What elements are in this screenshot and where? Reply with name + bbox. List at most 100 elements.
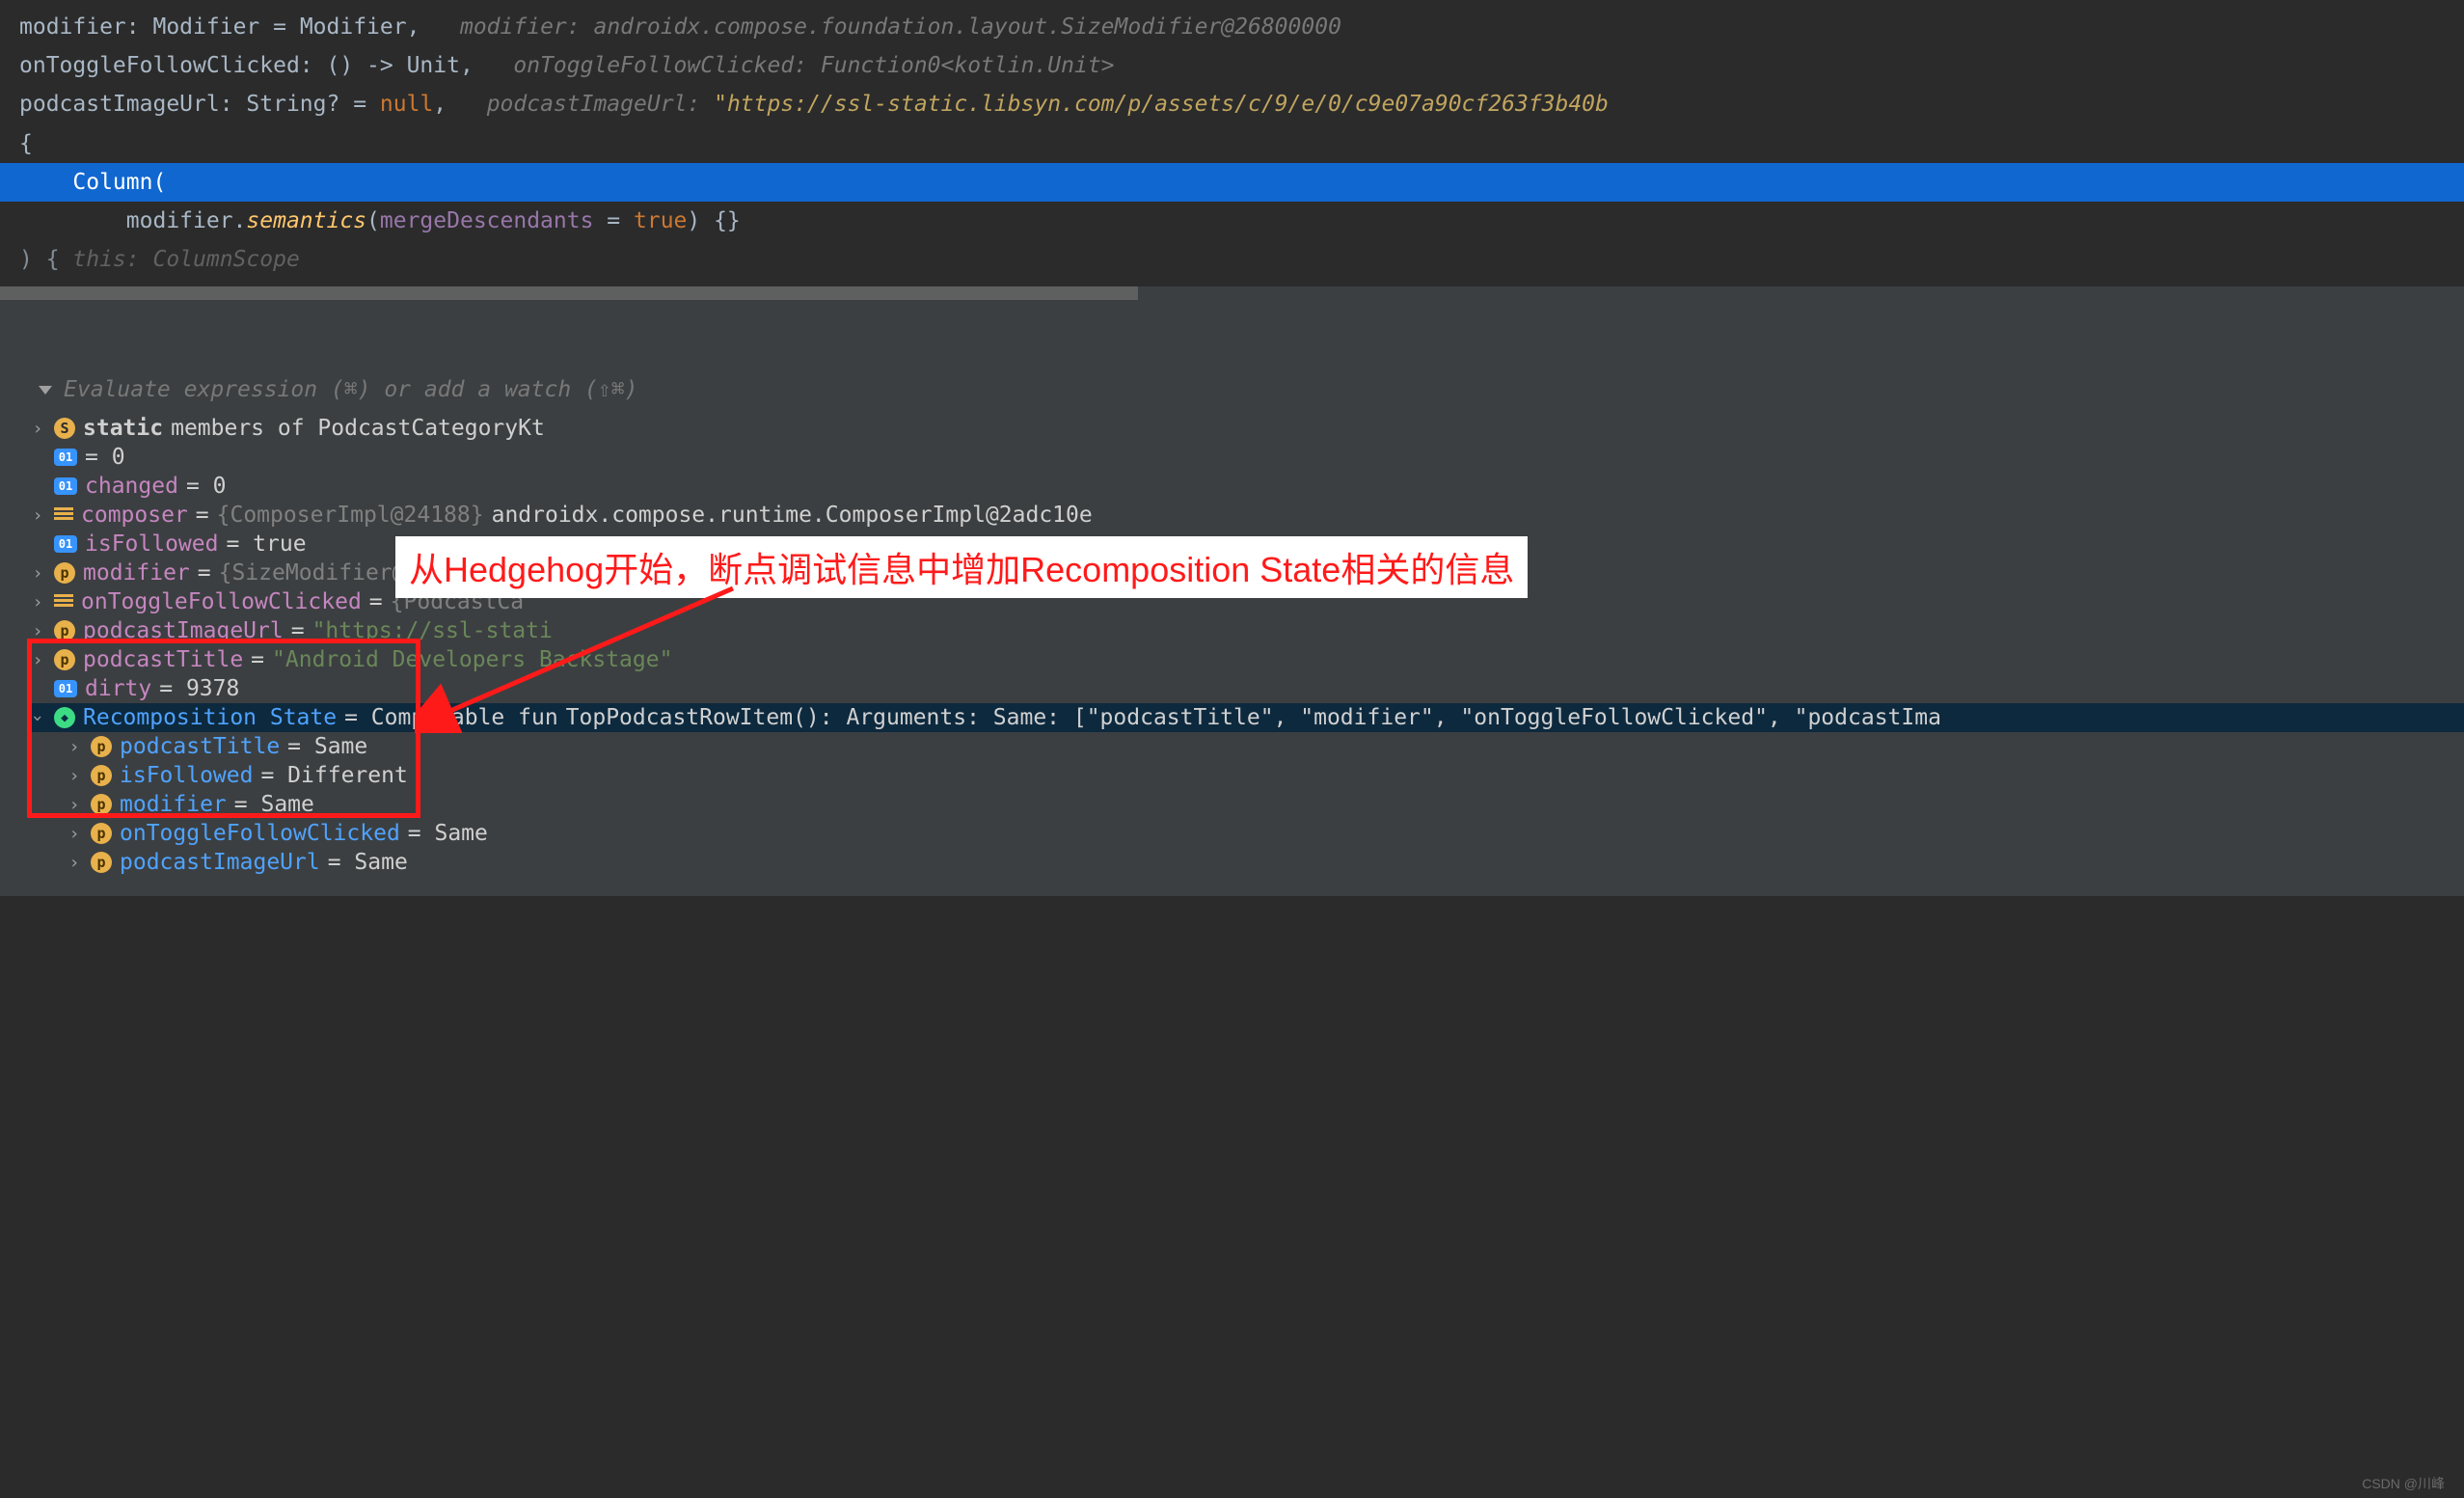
scrollbar-thumb[interactable] bbox=[0, 286, 1138, 300]
paren: ( bbox=[366, 208, 380, 233]
var-value: = 0 bbox=[186, 474, 227, 499]
var-row-composer[interactable]: › composer = {ComposerImpl@24188} androi… bbox=[29, 501, 2464, 530]
property-icon: p bbox=[91, 852, 112, 873]
var-value: members of PodcastCategoryKt bbox=[171, 416, 545, 441]
expand-icon[interactable]: › bbox=[66, 737, 83, 757]
var-name: composer bbox=[81, 503, 188, 528]
var-name: changed bbox=[85, 474, 178, 499]
var-name: onToggleFollowClicked bbox=[120, 821, 400, 846]
code-line: { bbox=[0, 124, 2464, 163]
expand-icon[interactable]: › bbox=[29, 563, 46, 584]
expand-icon[interactable]: › bbox=[66, 795, 83, 815]
var-name: podcastTitle bbox=[83, 647, 243, 672]
var-row-podcastimageurl[interactable]: › p podcastImageUrl = "https://ssl-stati bbox=[29, 616, 2464, 645]
int-icon: 01 bbox=[54, 449, 77, 466]
eq: = bbox=[291, 618, 305, 643]
var-row-recomposition-state[interactable]: › ◆ Recomposition State = Composable fun… bbox=[29, 703, 2464, 732]
bool-literal: true bbox=[634, 208, 687, 233]
var-name: static bbox=[83, 416, 163, 441]
variables-tree[interactable]: › S static members of PodcastCategoryKt … bbox=[0, 414, 2464, 896]
expand-icon[interactable]: › bbox=[29, 505, 46, 526]
watermark: CSDN @川峰 bbox=[2362, 1474, 2445, 1493]
inlay-hint-label: modifier: bbox=[460, 14, 581, 40]
var-name: podcastTitle bbox=[120, 734, 280, 759]
object-icon bbox=[54, 507, 73, 523]
default: null bbox=[380, 92, 433, 117]
var-value: = Same bbox=[234, 792, 314, 817]
var-name: podcastImageUrl bbox=[120, 850, 320, 875]
inlay-hint-value: androidx.compose.foundation.layout.SizeM… bbox=[593, 14, 1340, 40]
eq: = bbox=[196, 503, 209, 528]
property-icon: p bbox=[54, 620, 75, 641]
var-row[interactable]: › 01 = 0 bbox=[29, 443, 2464, 472]
var-value: = Same bbox=[287, 734, 367, 759]
var-row-podcasttitle[interactable]: › p podcastTitle = "Android Developers B… bbox=[29, 645, 2464, 674]
inlay-hint-value: "https://ssl-static.libsyn.com/p/assets/… bbox=[714, 92, 1609, 117]
param-name: modifier bbox=[19, 14, 126, 40]
int-icon: 01 bbox=[54, 535, 77, 553]
paren: ( bbox=[152, 170, 166, 195]
var-name: Recomposition State bbox=[83, 705, 337, 730]
code-line: modifier.semantics(mergeDescendants = tr… bbox=[0, 202, 2464, 240]
property-icon: p bbox=[54, 562, 75, 584]
expand-icon[interactable]: › bbox=[29, 592, 46, 613]
property-icon: p bbox=[91, 736, 112, 757]
expand-icon[interactable]: › bbox=[29, 621, 46, 641]
inlay-hint-value: Function0<kotlin.Unit> bbox=[821, 53, 1115, 78]
param-name: onToggleFollowClicked bbox=[19, 53, 300, 78]
panel-divider[interactable] bbox=[0, 300, 2464, 358]
eq: = bbox=[593, 208, 634, 233]
horizontal-scrollbar[interactable] bbox=[0, 286, 2464, 300]
code-editor: modifier: Modifier = Modifier, modifier:… bbox=[0, 0, 2464, 286]
recomp-child-ontoggle[interactable]: › p onToggleFollowClicked = Same bbox=[29, 819, 2464, 848]
var-row-dirty[interactable]: › 01 dirty = 9378 bbox=[29, 674, 2464, 703]
property-icon: p bbox=[54, 649, 75, 670]
var-type-hint: {ComposerImpl@24188} bbox=[217, 503, 484, 528]
object-icon bbox=[54, 594, 73, 610]
type: Modifier bbox=[152, 14, 259, 40]
var-row-static[interactable]: › S static members of PodcastCategoryKt bbox=[29, 414, 2464, 443]
code-line: podcastImageUrl: String? = null, podcast… bbox=[0, 85, 2464, 123]
property-icon: p bbox=[91, 823, 112, 844]
int-icon: 01 bbox=[54, 680, 77, 697]
dropdown-icon[interactable] bbox=[39, 386, 52, 395]
inlay-hint-label: onToggleFollowClicked: bbox=[513, 53, 807, 78]
inlay-hint: this: ColumnScope bbox=[72, 247, 299, 272]
property-icon: p bbox=[91, 765, 112, 786]
watch-expression-bar[interactable]: Evaluate expression (⌘) or add a watch (… bbox=[0, 368, 2464, 414]
debugger-variables-panel: Evaluate expression (⌘) or add a watch (… bbox=[0, 358, 2464, 896]
param-name: podcastImageUrl bbox=[19, 92, 220, 117]
static-icon: S bbox=[54, 418, 75, 439]
annotation-label: 从Hedgehog开始，断点调试信息中增加Recomposition State… bbox=[395, 536, 1528, 598]
expand-icon[interactable]: › bbox=[66, 853, 83, 873]
recomp-child-isfollowed[interactable]: › p isFollowed = Different bbox=[29, 761, 2464, 790]
current-execution-line: Column( bbox=[0, 163, 2464, 202]
named-arg: mergeDescendants bbox=[380, 208, 594, 233]
eq: = bbox=[251, 647, 264, 672]
collapse-icon[interactable]: › bbox=[28, 709, 48, 726]
recomp-child-podcastimageurl[interactable]: › p podcastImageUrl = Same bbox=[29, 848, 2464, 877]
watch-placeholder: Evaluate expression (⌘) or add a watch (… bbox=[64, 377, 637, 402]
expand-icon[interactable]: › bbox=[66, 824, 83, 844]
code-line: onToggleFollowClicked: () -> Unit, onTog… bbox=[0, 46, 2464, 85]
code-line: ) { this: ColumnScope bbox=[0, 240, 2464, 279]
eq: = Composable fun bbox=[344, 705, 558, 730]
var-name: isFollowed bbox=[85, 531, 218, 557]
recomp-child-modifier[interactable]: › p modifier = Same bbox=[29, 790, 2464, 819]
var-value: "https://ssl-stati bbox=[312, 618, 553, 643]
var-name: podcastImageUrl bbox=[83, 618, 284, 643]
var-row-changed[interactable]: › 01 changed = 0 bbox=[29, 472, 2464, 501]
expand-icon[interactable]: › bbox=[66, 766, 83, 786]
var-value: = Same bbox=[408, 821, 488, 846]
var-name: dirty bbox=[85, 676, 151, 701]
expand-icon[interactable]: › bbox=[29, 650, 46, 670]
close: ) { bbox=[19, 247, 72, 272]
type: String? bbox=[246, 92, 339, 117]
eq: = bbox=[369, 589, 383, 614]
expand-icon[interactable]: › bbox=[29, 419, 46, 439]
recomp-child-podcasttitle[interactable]: › p podcastTitle = Same bbox=[29, 732, 2464, 761]
compose-icon: ◆ bbox=[54, 707, 75, 728]
receiver: modifier. bbox=[19, 208, 246, 233]
fn-call: Column bbox=[72, 170, 152, 195]
type: () -> Unit bbox=[327, 53, 460, 78]
